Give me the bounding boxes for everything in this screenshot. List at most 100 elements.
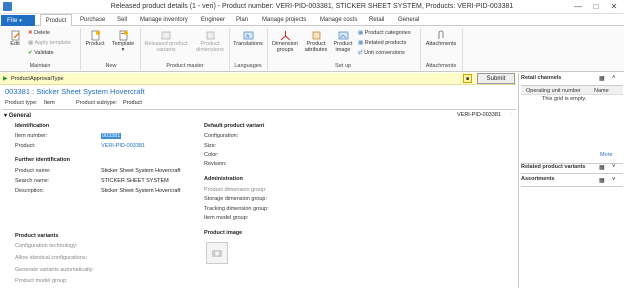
configuration-technology-label: Configuration technology: <box>15 243 78 249</box>
collapse-icon: ▾ <box>4 113 8 119</box>
maximize-button[interactable]: □ <box>588 1 604 12</box>
generate-variants-label: Generate variants automatically: <box>15 267 94 273</box>
chevron-down-icon[interactable]: ˅ <box>612 164 616 170</box>
new-product-icon <box>91 30 100 41</box>
more-link[interactable]: More <box>600 152 613 158</box>
retail-channels-header[interactable]: Retail channels <box>521 75 623 86</box>
identification-title: Identification <box>15 123 50 129</box>
tab-manage-projects[interactable]: Manage projects <box>262 17 306 26</box>
workflow-action-icon[interactable]: ■ <box>463 74 472 83</box>
product-name-label: Product name: <box>15 168 51 174</box>
product-attributes-button[interactable]: Product attributes <box>302 30 330 53</box>
empty-grid-message: This grid is empty. <box>542 96 587 102</box>
tab-manage-inventory[interactable]: Manage inventory <box>140 17 188 26</box>
close-button[interactable]: ✕ <box>606 1 622 12</box>
search-name-field[interactable]: STICKER SHEET SYSTEM <box>101 178 169 184</box>
product-image-title: Product image <box>204 230 243 236</box>
template-icon <box>119 30 128 41</box>
product-image-placeholder[interactable] <box>206 242 228 264</box>
validate-button[interactable]: ✔ Validate <box>28 49 54 57</box>
group-label-setup: Set up <box>335 63 351 69</box>
assortments-header[interactable]: Assortments <box>521 176 623 187</box>
item-model-group-label: Item model group: <box>204 215 249 221</box>
delete-button[interactable]: ✕ Delete <box>28 29 50 37</box>
product-link[interactable]: VERI-PID-003381 <box>101 143 145 149</box>
tab-manage-costs[interactable]: Manage costs <box>320 17 357 26</box>
chevron-down-icon: ▾ <box>121 47 125 53</box>
group-label-languages: Languages <box>234 63 262 69</box>
categories-icon: ▦ <box>358 30 364 36</box>
workflow-infobar: ▶ ProductApprovalType ■ <box>0 73 516 85</box>
product-label: Product: <box>15 143 36 149</box>
unit-conversions-button[interactable]: ⇄ Unit conversions <box>358 49 405 57</box>
tracking-dimension-group-label: Tracking dimension group: <box>204 206 269 212</box>
product-dimension-group-label: Product dimension group: <box>204 187 267 193</box>
further-identification-title: Further identification <box>15 157 70 163</box>
administration-title: Administration <box>204 176 243 182</box>
size-label: Size: <box>204 143 217 149</box>
product-model-group-label: Product model group: <box>15 278 68 284</box>
group-label-product-master: Product master <box>166 63 204 69</box>
factbox-layout-icon[interactable]: ▦ <box>599 164 605 171</box>
tab-general[interactable]: General <box>398 17 419 26</box>
check-icon: ✔ <box>28 50 33 56</box>
factbox-layout-icon[interactable]: ▦ <box>599 75 605 82</box>
group-label-new: New <box>105 63 117 69</box>
product-categories-button[interactable]: ▦ Product categories <box>358 29 411 37</box>
storage-dimension-group-label: Storage dimension group: <box>204 196 267 202</box>
tab-sell[interactable]: Sell <box>117 17 127 26</box>
column-operating-unit-number[interactable]: Operating unit number <box>526 88 581 94</box>
item-number-field[interactable]: 003381 <box>101 133 122 139</box>
submit-button[interactable]: Submit <box>477 73 515 84</box>
conversion-icon: ⇄ <box>358 50 363 56</box>
tab-retail[interactable]: Retail <box>369 17 384 26</box>
tab-plan[interactable]: Plan <box>236 17 248 26</box>
released-product-variants-button[interactable]: Released product variants <box>142 30 190 53</box>
product-image-button[interactable]: Product image <box>331 30 355 53</box>
general-section-header[interactable]: ▾ General <box>4 112 31 119</box>
product-subtype-value: Product <box>123 100 142 106</box>
minimize-button[interactable]: — <box>570 1 586 12</box>
item-number-label: Item number: <box>15 133 48 139</box>
group-label-attachments: Attachments <box>425 63 457 69</box>
product-type-value: Item <box>44 100 55 106</box>
more-options-icon[interactable]: · <box>510 111 512 117</box>
related-icon: ▦ <box>358 40 364 46</box>
attachments-button[interactable]: Attachments <box>423 30 459 47</box>
configuration-label: Configuration: <box>204 133 239 139</box>
window-titlebar: Released product details (1 - veri) - Pr… <box>0 0 624 14</box>
product-dimensions-button[interactable]: Product dimensions <box>192 30 228 53</box>
factbox-layout-icon[interactable]: ▦ <box>599 177 605 184</box>
default-variant-title: Default product variant <box>204 123 265 129</box>
new-template-button[interactable]: Template ▾ <box>110 30 136 53</box>
related-product-variants-header[interactable]: Related product variants <box>521 163 623 174</box>
ribbon-separator <box>462 28 463 70</box>
chevron-up-icon[interactable]: ˄ <box>612 75 616 81</box>
description-label: Description: <box>15 188 45 194</box>
translations-button[interactable]: A Translations <box>231 30 265 47</box>
allow-identical-configurations-label: Allow identical configurations: <box>15 255 88 261</box>
chevron-down-icon[interactable]: ˅ <box>612 177 616 183</box>
apply-template-button[interactable]: ▦ Apply template <box>28 39 71 47</box>
delete-icon: ✕ <box>28 30 33 36</box>
product-variants-title: Product variants <box>15 233 59 239</box>
template-icon: ▦ <box>28 40 34 46</box>
translations-icon: A <box>243 31 253 40</box>
new-product-button[interactable]: Product <box>84 30 106 47</box>
product-name-field[interactable]: Sticker Sheet System Hovercraft <box>101 168 180 174</box>
file-menu-button[interactable]: File ▾ <box>1 15 35 26</box>
edit-button[interactable]: Edit <box>4 30 26 47</box>
related-products-button[interactable]: ▦ Related products <box>358 39 406 47</box>
window-title: Released product details (1 - veri) - Pr… <box>110 3 514 10</box>
search-name-label: Search name: <box>15 178 50 184</box>
dimensions-icon <box>206 31 214 40</box>
group-label-maintain: Maintain <box>29 63 51 69</box>
description-field[interactable]: Sticker Sheet System Hovercraft <box>101 188 180 194</box>
tab-engineer[interactable]: Engineer <box>201 17 225 26</box>
workflow-icon: ▶ <box>3 76 8 82</box>
paperclip-icon <box>438 30 443 39</box>
product-type-label: Product type: <box>5 100 38 106</box>
dimension-groups-button[interactable]: Dimension groups <box>269 30 301 53</box>
column-name[interactable]: Name <box>594 88 609 94</box>
tab-purchase[interactable]: Purchase <box>80 17 105 26</box>
